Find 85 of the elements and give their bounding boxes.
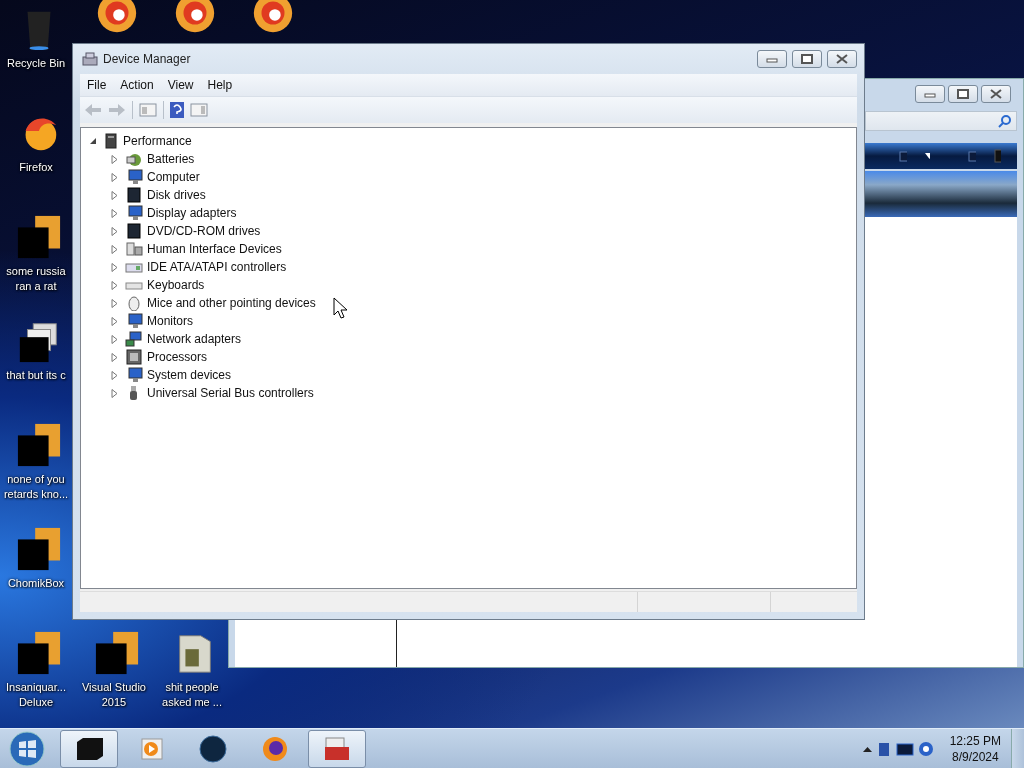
show-hidden-icons-button[interactable] — [862, 745, 872, 752]
expand-arrow-icon[interactable] — [111, 154, 119, 164]
computer-icon — [103, 133, 119, 149]
expand-arrow-icon[interactable] — [111, 172, 119, 182]
menu-item[interactable]: Help — [200, 78, 240, 92]
redacted-icon[interactable] — [16, 422, 62, 468]
tree-item[interactable]: Computer — [147, 170, 200, 184]
expand-arrow-icon[interactable] — [111, 190, 119, 200]
clock-time[interactable]: 12:25 PM — [949, 732, 1001, 749]
tree-item[interactable]: Mice and other pointing devices — [147, 296, 316, 310]
minimize-button[interactable] — [757, 50, 787, 68]
desktop-icon-label[interactable]: some russia ran a rat — [2, 264, 70, 294]
mouse-icon — [125, 295, 143, 311]
chip-icon — [125, 349, 143, 365]
expand-arrow-icon[interactable] — [111, 388, 119, 398]
desktop-icon-label[interactable]: that but its c — [2, 368, 70, 383]
expand-arrow-icon[interactable] — [111, 208, 119, 218]
speaker-icon[interactable] — [917, 740, 934, 757]
redacted-icon[interactable] — [16, 630, 62, 676]
tree-item[interactable]: IDE ATA/ATAPI controllers — [147, 260, 287, 274]
monitor-icon — [125, 205, 143, 221]
globe-icon — [197, 733, 229, 764]
redacted-icon[interactable] — [94, 630, 140, 676]
tree-item[interactable]: DVD/CD-ROM drives — [147, 224, 261, 238]
desktop-icon-label[interactable]: Visual Studio 2015 — [80, 680, 148, 710]
expand-arrow-icon[interactable] — [111, 370, 119, 380]
tree-item[interactable]: Keyboards — [147, 278, 205, 292]
search-field[interactable] — [865, 111, 1017, 131]
hid-icon — [125, 241, 143, 257]
tree-item[interactable]: Batteries — [147, 152, 195, 166]
mouse-cursor-icon — [333, 297, 347, 319]
device-manager-icon — [82, 52, 98, 66]
minimize-icon — [924, 90, 936, 98]
expand-arrow-icon[interactable] — [111, 316, 119, 326]
expand-arrow-icon[interactable] — [111, 334, 119, 344]
minimize-button[interactable] — [915, 85, 945, 103]
redacted-icon[interactable] — [16, 214, 62, 260]
maximize-icon — [957, 89, 969, 99]
desktop-icon-label[interactable]: Insaniquar... Deluxe — [2, 680, 70, 710]
clock-date[interactable]: 8/9/2024 — [951, 748, 999, 765]
tree-item[interactable]: Performance — [123, 134, 192, 148]
expand-arrow-icon[interactable] — [111, 262, 119, 272]
maximize-button[interactable] — [792, 50, 822, 68]
expand-arrow-icon[interactable] — [111, 352, 119, 362]
network-icon — [125, 331, 143, 347]
app-taskbar-button[interactable] — [60, 729, 118, 768]
close-button[interactable] — [827, 50, 857, 68]
close-button[interactable] — [981, 85, 1011, 103]
tree-item[interactable]: Universal Serial Bus controllers — [147, 386, 314, 400]
toolbox-taskbar-button[interactable] — [308, 729, 366, 768]
start-button[interactable] — [8, 729, 46, 768]
monitor-icon — [125, 169, 143, 185]
tree-item[interactable]: System devices — [147, 368, 232, 382]
close-icon — [990, 89, 1002, 99]
battery-icon — [125, 151, 143, 167]
desktop-icon-label[interactable]: Firefox — [2, 160, 70, 175]
redacted-icon[interactable] — [16, 526, 62, 572]
tree-item[interactable]: Disk drives — [147, 188, 206, 202]
expand-arrow-icon[interactable] — [111, 226, 119, 236]
maximize-icon — [801, 54, 813, 64]
desktop-icon-label[interactable]: shit people asked me ... — [158, 680, 226, 710]
menu-item[interactable]: View — [160, 78, 201, 92]
expand-arrow-icon[interactable] — [111, 280, 119, 290]
tree-item[interactable]: Display adapters — [147, 206, 237, 220]
tree-item[interactable]: Monitors — [147, 314, 193, 328]
menu-item[interactable]: File — [80, 78, 114, 92]
close-icon — [836, 54, 848, 64]
tree-item[interactable]: Human Interface Devices — [147, 242, 282, 256]
monitor-icon — [125, 313, 143, 329]
window-title: Device Manager — [103, 52, 191, 66]
maximize-button[interactable] — [948, 85, 978, 103]
tree-item[interactable]: Processors — [147, 350, 208, 364]
monitor-icon — [125, 367, 143, 383]
desktop-icon-label[interactable]: Recycle Bin — [2, 56, 70, 71]
network-monitor-icon[interactable] — [895, 741, 914, 756]
expand-arrow-icon[interactable] — [111, 298, 119, 308]
desktop-icon-label[interactable]: ChomikBox — [2, 576, 70, 591]
caret-icon[interactable] — [924, 153, 930, 159]
search-icon — [998, 114, 1012, 128]
desktop-icon-label[interactable]: none of you retards kno... — [2, 472, 70, 502]
minimize-icon — [766, 55, 778, 63]
expand-arrow-icon[interactable] — [111, 244, 119, 254]
tree-item[interactable]: Network adapters — [147, 332, 242, 346]
menu-item[interactable]: Action — [113, 78, 161, 92]
collapse-arrow-icon[interactable] — [89, 137, 97, 145]
